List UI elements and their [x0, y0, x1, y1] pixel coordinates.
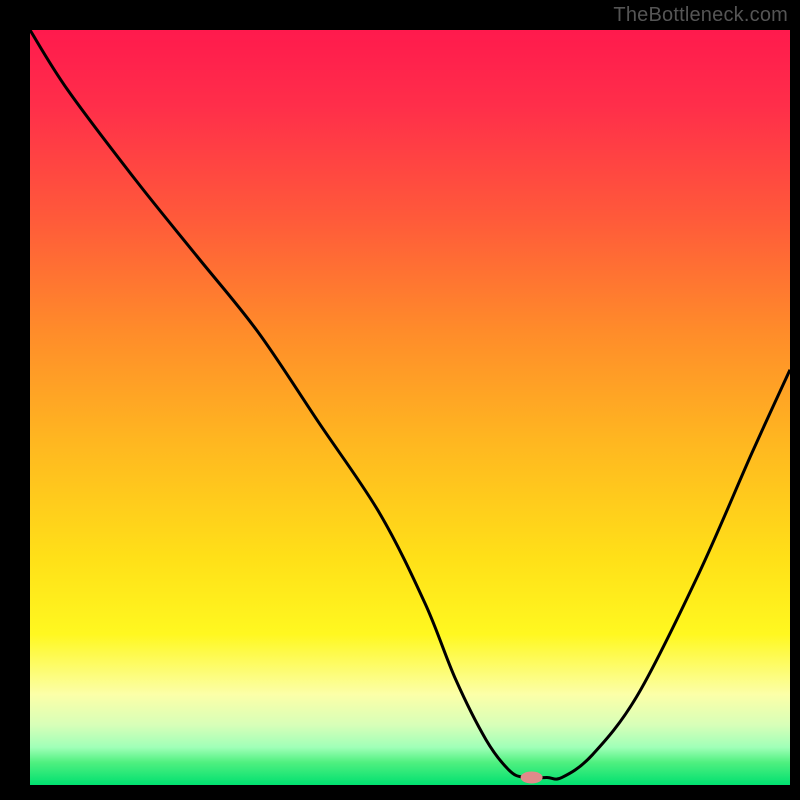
curve-svg — [30, 30, 790, 785]
chart-container: TheBottleneck.com — [0, 0, 800, 800]
bottleneck-curve — [30, 30, 790, 779]
optimal-point-marker — [521, 771, 543, 783]
watermark-text: TheBottleneck.com — [613, 4, 788, 27]
plot-area — [30, 30, 790, 785]
